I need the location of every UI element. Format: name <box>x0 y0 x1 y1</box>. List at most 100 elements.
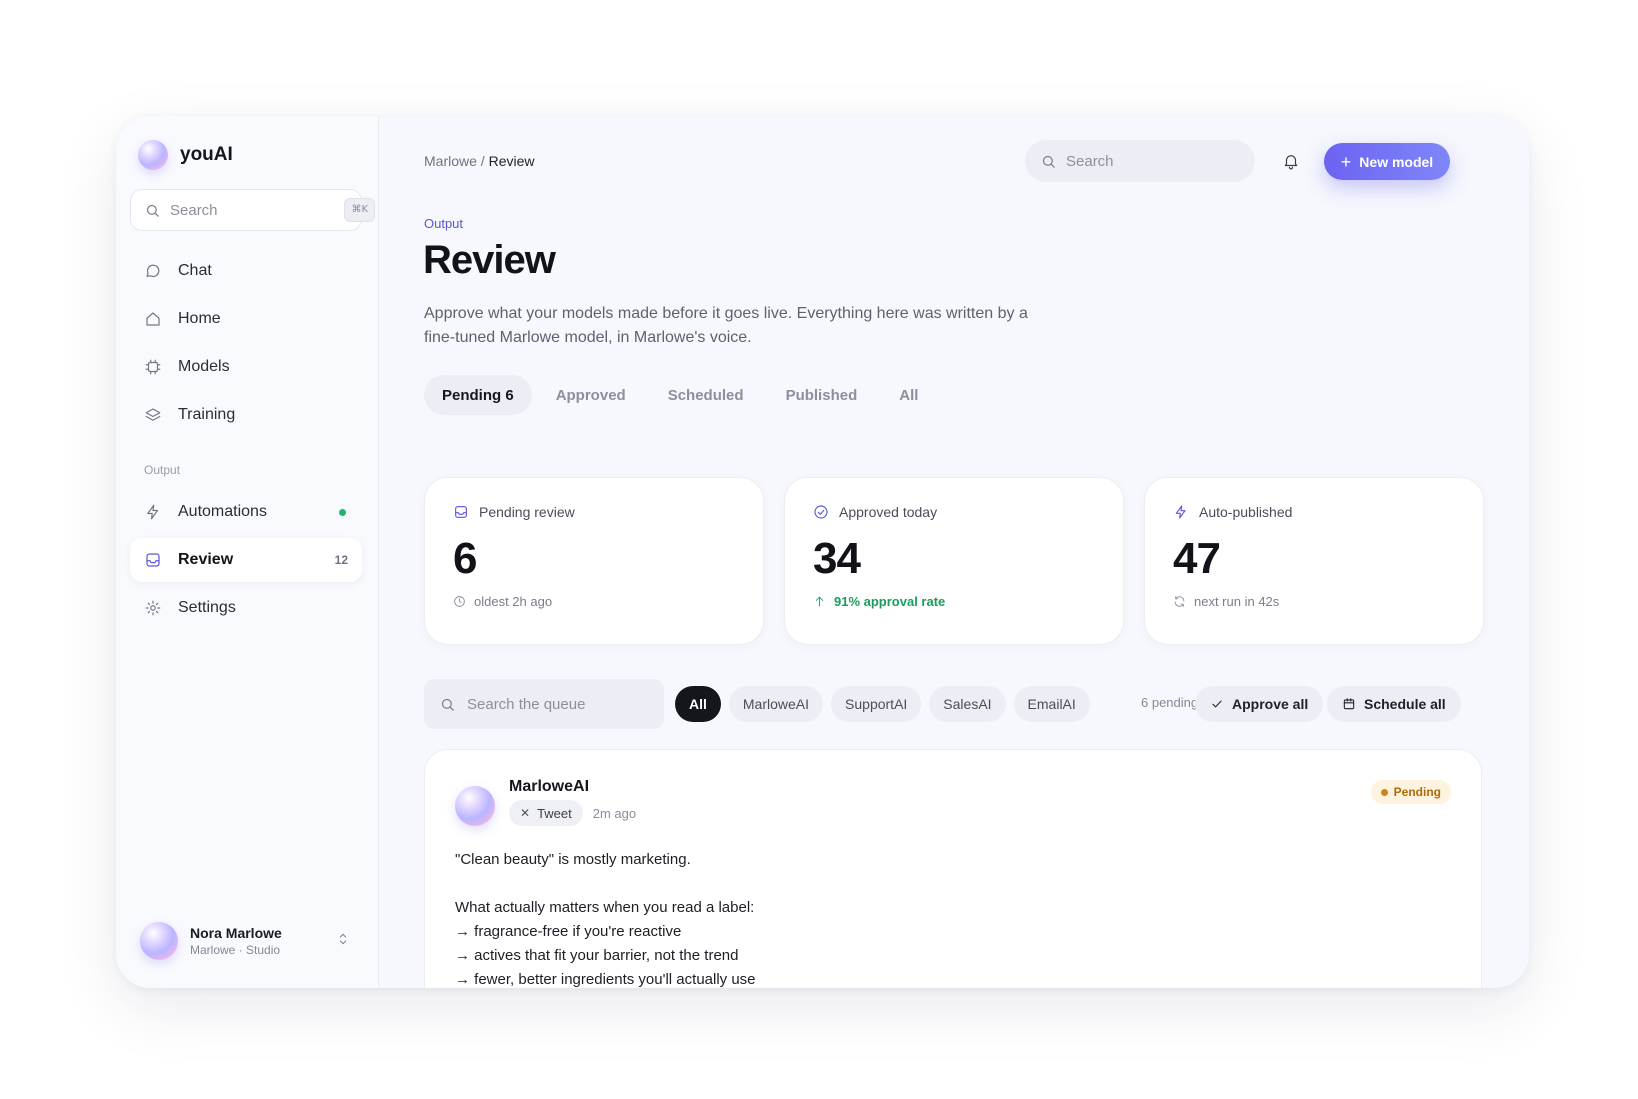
stat-value: 47 <box>1173 534 1221 583</box>
status-tabs: Pending 6 Approved Scheduled Published A… <box>424 375 936 415</box>
sidebar-item-settings[interactable]: Settings <box>130 586 362 630</box>
brand[interactable]: youAI <box>138 140 233 170</box>
queue-search-input[interactable] <box>467 695 647 713</box>
filter-chip-salesai[interactable]: SalesAI <box>929 686 1006 722</box>
sidebar-item-label: Training <box>178 406 236 423</box>
refresh-icon <box>1174 596 1185 607</box>
user-workspace: Marlowe · Studio <box>190 943 281 957</box>
stat-label: Approved today <box>839 504 938 520</box>
stat-foot: oldest 2h ago <box>474 594 553 609</box>
page-title: Review <box>423 238 556 282</box>
page-eyebrow: Output <box>424 216 464 231</box>
status-label: Pending <box>1393 785 1441 799</box>
primary-nav: Chat Home Models Training <box>130 249 362 441</box>
breadcrumb-separator: / <box>480 153 485 169</box>
approve-all-button[interactable]: Approve all <box>1195 686 1324 722</box>
sidebar-item-models[interactable]: Models <box>130 345 362 389</box>
sidebar-search-input[interactable] <box>170 201 320 219</box>
tab-all[interactable]: All <box>881 375 936 415</box>
queue-toolbar: All MarloweAI SupportAI SalesAI EmailAI … <box>424 679 1482 729</box>
stat-label: Auto-published <box>1199 504 1293 520</box>
main-content: Marlowe / Review + New model Output Revi… <box>379 116 1529 988</box>
output-nav: Automations Review 12 Settings <box>130 490 362 634</box>
plus-icon: + <box>1340 151 1352 172</box>
bolt-icon <box>147 504 159 520</box>
sidebar-item-review[interactable]: Review 12 <box>130 538 362 582</box>
calendar-icon <box>1343 698 1355 710</box>
gear-icon <box>145 600 161 616</box>
breadcrumb: Marlowe / Review <box>424 153 534 169</box>
avatar <box>140 922 178 960</box>
stat-card-approved: Approved today 34 91% approval rate <box>784 477 1124 645</box>
global-search-input[interactable] <box>1066 152 1236 170</box>
model-avatar <box>455 786 495 826</box>
status-dot <box>1380 788 1388 796</box>
new-model-button[interactable]: + New model <box>1324 143 1450 180</box>
status-badge: Pending <box>1370 780 1451 804</box>
inbox-icon <box>455 506 467 518</box>
global-search[interactable] <box>1025 140 1255 182</box>
sidebar: youAI ⌘K Chat Home Models Training <box>116 116 379 988</box>
post-body: "Clean beauty" is mostly marketing. What… <box>455 851 756 988</box>
user-name: Nora Marlowe <box>190 925 282 941</box>
model-filter-chips: All MarloweAI SupportAI SalesAI EmailAI <box>675 686 1090 722</box>
stat-value: 34 <box>813 534 861 583</box>
user-menu[interactable]: Nora Marlowe Marlowe · Studio <box>140 922 350 960</box>
tab-published[interactable]: Published <box>768 375 876 415</box>
shortcut-hint: ⌘K <box>344 198 375 222</box>
sidebar-item-home[interactable]: Home <box>130 297 362 341</box>
brand-logo <box>138 140 168 170</box>
search-icon <box>1042 155 1055 168</box>
notifications-button[interactable] <box>1279 149 1303 173</box>
search-icon <box>146 204 159 217</box>
filter-chip-supportai[interactable]: SupportAI <box>831 686 922 722</box>
filter-chip-marloweai[interactable]: MarloweAI <box>728 686 824 722</box>
layers-icon <box>145 408 161 421</box>
brand-name: youAI <box>180 144 233 165</box>
sidebar-item-automations[interactable]: Automations <box>130 490 362 534</box>
arrow-up-icon <box>815 596 824 607</box>
sidebar-item-label: Automations <box>178 503 267 520</box>
home-icon <box>146 312 160 326</box>
page-subtitle: Approve what your models made before it … <box>424 305 1028 346</box>
bell-icon <box>1284 155 1298 170</box>
bolt-icon <box>1175 505 1186 519</box>
schedule-all-button[interactable]: Schedule all <box>1327 686 1461 722</box>
filter-chip-all[interactable]: All <box>675 686 721 722</box>
tab-scheduled[interactable]: Scheduled <box>650 375 762 415</box>
tab-approved[interactable]: Approved <box>538 375 644 415</box>
stat-label: Pending review <box>479 504 575 520</box>
stats-cards: Pending review 6 oldest 2h ago Approved … <box>424 477 1484 645</box>
approve-all-label: Approve all <box>1232 696 1309 712</box>
new-model-label: New model <box>1359 153 1434 170</box>
x-logo-icon: ✕ <box>520 806 531 820</box>
sidebar-item-label: Settings <box>178 599 236 616</box>
chat-bubble-icon <box>146 264 160 278</box>
schedule-all-label: Schedule all <box>1364 696 1446 712</box>
sidebar-item-training[interactable]: Training <box>130 393 362 437</box>
sidebar-section-output: Output <box>144 463 181 477</box>
breadcrumb-parent[interactable]: Marlowe <box>424 153 477 169</box>
filter-chip-emailai[interactable]: EmailAI <box>1013 686 1090 722</box>
review-count-badge: 12 <box>334 553 348 567</box>
pending-count: 6 pending <box>1141 695 1199 710</box>
stat-foot: 91% approval rate <box>834 594 946 609</box>
search-icon <box>441 698 454 711</box>
queue-search[interactable] <box>424 679 664 729</box>
chevron-up-down-icon[interactable] <box>336 932 350 951</box>
check-circle-icon <box>814 505 828 519</box>
sidebar-item-label: Models <box>178 358 230 375</box>
post-type-label: Tweet <box>537 805 572 821</box>
chip-icon <box>145 359 161 375</box>
sidebar-item-label: Chat <box>178 262 212 279</box>
check-icon <box>1212 700 1222 708</box>
stat-card-pending: Pending review 6 oldest 2h ago <box>424 477 764 645</box>
sidebar-item-label: Review <box>178 551 234 568</box>
stat-foot: next run in 42s <box>1194 594 1280 609</box>
sidebar-search[interactable]: ⌘K <box>130 189 375 231</box>
automation-status-dot <box>339 508 346 516</box>
tab-pending[interactable]: Pending 6 <box>424 375 532 415</box>
review-post-card[interactable]: MarloweAI ✕ Tweet 2m ago Pending "Clean … <box>424 749 1482 988</box>
sidebar-item-chat[interactable]: Chat <box>130 249 362 293</box>
app-window: youAI ⌘K Chat Home Models Training <box>116 116 1529 988</box>
